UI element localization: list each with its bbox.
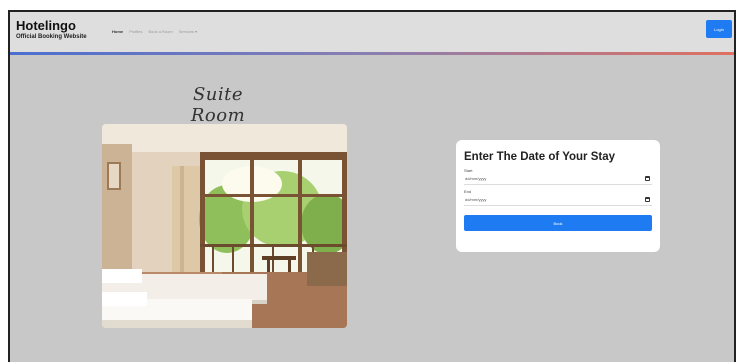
navbar-accent-line bbox=[10, 52, 734, 55]
start-date-input[interactable]: dd/mm/yyyy bbox=[464, 173, 652, 185]
brand-subtitle: Official Booking Website bbox=[16, 34, 87, 40]
login-button[interactable]: Login bbox=[706, 20, 732, 38]
room-photo bbox=[102, 124, 347, 328]
booking-card-title: Enter The Date of Your Stay bbox=[464, 151, 616, 163]
book-button[interactable]: Book bbox=[464, 215, 652, 231]
booking-card: Enter The Date of Your Stay Start dd/mm/… bbox=[456, 140, 660, 252]
room-photo-image bbox=[102, 124, 347, 328]
room-title: Suite Room bbox=[190, 84, 246, 126]
nav-link-services-dropdown[interactable]: Services ▾ bbox=[179, 29, 197, 34]
brand[interactable]: Hotelingo Official Booking Website bbox=[16, 18, 87, 42]
nav-links: Home Profiles Book a Room Services ▾ bbox=[112, 29, 197, 34]
start-date-value: dd/mm/yyyy bbox=[465, 176, 487, 181]
calendar-icon[interactable] bbox=[645, 176, 650, 181]
nav-link-home[interactable]: Home bbox=[112, 29, 123, 34]
brand-title: Hotelingo bbox=[16, 18, 76, 33]
top-navbar: Hotelingo Official Booking Website Home … bbox=[10, 12, 734, 52]
nav-link-profiles[interactable]: Profiles bbox=[129, 29, 142, 34]
end-date-input[interactable]: dd/mm/yyyy bbox=[464, 194, 652, 206]
browser-viewport: Hotelingo Official Booking Website Home … bbox=[8, 10, 736, 362]
nav-link-book-a-room[interactable]: Book a Room bbox=[148, 29, 172, 34]
end-date-value: dd/mm/yyyy bbox=[465, 197, 487, 202]
calendar-icon[interactable] bbox=[645, 197, 650, 202]
